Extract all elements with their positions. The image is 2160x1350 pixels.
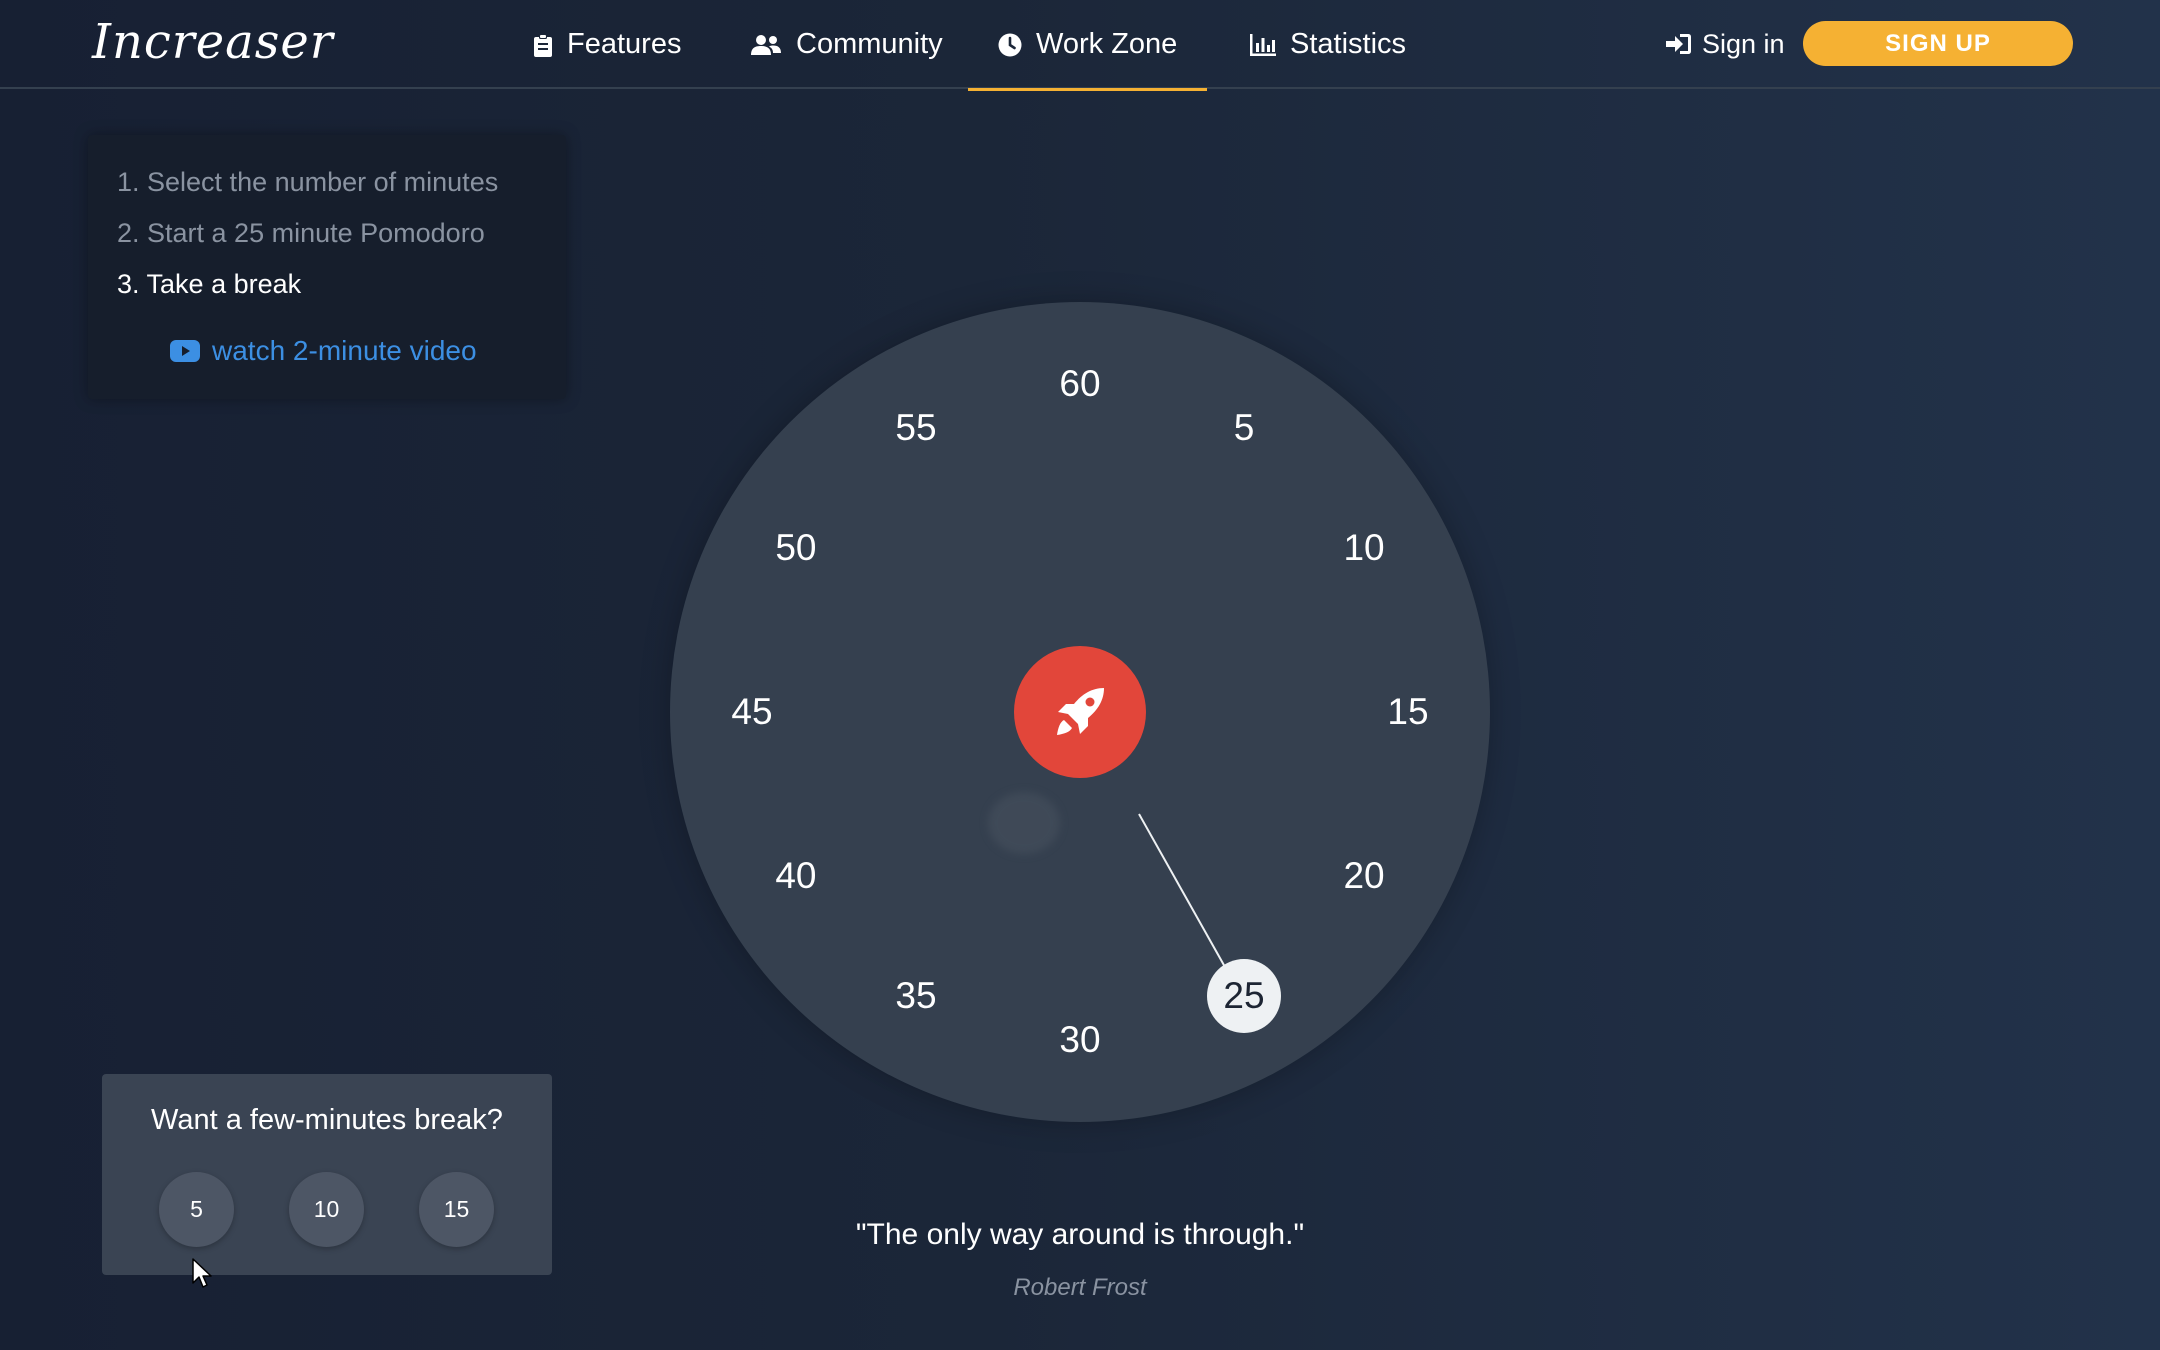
top-nav-bar: Increaser Features Community Work Zone S… [0,0,2160,91]
quote-text: "The only way around is through." [855,1218,1305,1251]
nav-statistics-label: Statistics [1290,28,1407,60]
nav-work-zone-label: Work Zone [1036,28,1178,60]
nav-features[interactable]: Features [533,0,681,89]
nav-features-label: Features [567,28,682,60]
sign-up-button[interactable]: SIGN UP [1803,21,2073,66]
break-10-button[interactable]: 10 [289,1172,364,1247]
nav-community[interactable]: Community [750,0,943,89]
start-timer-button[interactable] [1014,646,1146,778]
dial-label-15[interactable]: 15 [1363,687,1453,737]
mouse-cursor-icon [192,1258,212,1288]
dial-label-45[interactable]: 45 [707,687,797,737]
bar-chart-icon [1250,33,1276,56]
users-icon [751,34,781,55]
step-3: 3. Take a break [117,269,302,299]
dial-label-55[interactable]: 55 [871,403,961,453]
youtube-icon [170,340,200,362]
nav-community-label: Community [796,28,943,60]
break-5-button[interactable]: 5 [159,1172,234,1247]
clipboard-icon [534,33,552,57]
dial-label-60[interactable]: 60 [1035,359,1125,409]
nav-work-zone[interactable]: Work Zone [968,0,1208,91]
rocket-icon [1057,688,1104,735]
step-2: 2. Start a 25 minute Pomodoro [117,218,485,248]
dial-label-10[interactable]: 10 [1319,523,1409,573]
instructions-panel: 1. Select the number of minutes 2. Start… [88,135,566,399]
quote-author: Robert Frost [1013,1274,1147,1301]
break-panel: Want a few-minutes break? 5 10 15 [102,1074,552,1275]
dial-label-5[interactable]: 5 [1199,403,1289,453]
logo[interactable]: Increaser [92,14,334,70]
break-title: Want a few-minutes break? [151,1104,503,1136]
watch-video-label: watch 2-minute video [212,335,477,366]
clock-icon [998,33,1022,56]
step-1: 1. Select the number of minutes [117,167,499,197]
break-15-button[interactable]: 15 [419,1172,494,1247]
dial-label-40[interactable]: 40 [751,851,841,901]
dial-selected-knob[interactable]: 25 [1207,959,1281,1033]
sign-in-label: Sign in [1702,28,1785,59]
timer-dial[interactable]: 60 5 10 15 20 30 35 40 45 50 55 25 [670,302,1490,1122]
nav-statistics[interactable]: Statistics [1250,0,1406,89]
sign-in-link[interactable]: Sign in [1666,22,1785,66]
dial-label-35[interactable]: 35 [871,971,961,1021]
dial-label-30[interactable]: 30 [1035,1015,1125,1065]
dial-shadow-spot [988,792,1060,854]
dial-label-20[interactable]: 20 [1319,851,1409,901]
sign-in-icon [1666,34,1691,54]
dial-label-50[interactable]: 50 [751,523,841,573]
watch-video-link[interactable]: watch 2-minute video [170,335,477,367]
